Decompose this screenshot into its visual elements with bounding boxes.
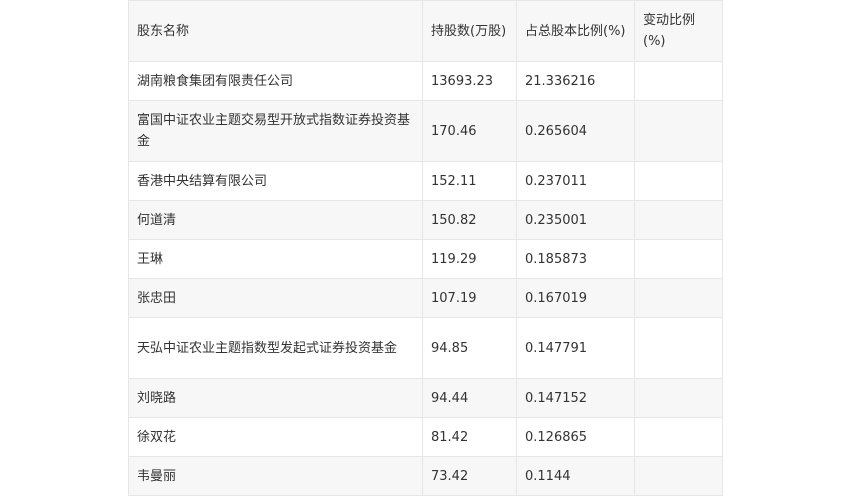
- table-row: 富国中证农业主题交易型开放式指数证券投资基金 170.46 0.265604: [128, 100, 723, 162]
- cell-shareholder-name: 韦曼丽: [128, 456, 423, 496]
- table-row: 王琳 119.29 0.185873: [128, 239, 723, 279]
- cell-share-ratio: 0.147791: [516, 317, 635, 379]
- cell-shareholder-name: 刘晓路: [128, 378, 423, 418]
- cell-share-ratio: 0.235001: [516, 200, 635, 240]
- cell-shares-held: 94.85: [422, 317, 517, 379]
- cell-share-ratio: 0.167019: [516, 278, 635, 318]
- cell-change-ratio: [634, 239, 723, 279]
- cell-change-ratio: [634, 456, 723, 496]
- cell-shares-held: 152.11: [422, 161, 517, 201]
- cell-shareholder-name: 湖南粮食集团有限责任公司: [128, 61, 423, 101]
- cell-shares-held: 13693.23: [422, 61, 517, 101]
- cell-shareholder-name: 王琳: [128, 239, 423, 279]
- shareholder-table: 股东名称 持股数(万股) 占总股本比例(%) 变动比例(%) 湖南粮食集团有限责…: [128, 0, 723, 496]
- cell-change-ratio: [634, 278, 723, 318]
- cell-shares-held: 170.46: [422, 100, 517, 162]
- cell-shareholder-name: 香港中央结算有限公司: [128, 161, 423, 201]
- cell-shares-held: 81.42: [422, 417, 517, 457]
- cell-change-ratio: [634, 61, 723, 101]
- cell-share-ratio: 0.1144: [516, 456, 635, 496]
- cell-shareholder-name: 徐双花: [128, 417, 423, 457]
- cell-share-ratio: 0.237011: [516, 161, 635, 201]
- table-row: 刘晓路 94.44 0.147152: [128, 378, 723, 418]
- table-row: 天弘中证农业主题指数型发起式证券投资基金 94.85 0.147791: [128, 317, 723, 379]
- table-header: 股东名称 持股数(万股) 占总股本比例(%) 变动比例(%): [128, 0, 723, 62]
- cell-share-ratio: 0.185873: [516, 239, 635, 279]
- cell-change-ratio: [634, 378, 723, 418]
- table-body: 湖南粮食集团有限责任公司 13693.23 21.336216 富国中证农业主题…: [128, 61, 723, 496]
- table-row: 香港中央结算有限公司 152.11 0.237011: [128, 161, 723, 201]
- cell-shareholder-name: 张忠田: [128, 278, 423, 318]
- cell-share-ratio: 0.126865: [516, 417, 635, 457]
- cell-share-ratio: 21.336216: [516, 61, 635, 101]
- cell-share-ratio: 0.147152: [516, 378, 635, 418]
- header-shares-held: 持股数(万股): [422, 0, 517, 62]
- header-change-ratio: 变动比例(%): [634, 0, 723, 62]
- cell-shares-held: 73.42: [422, 456, 517, 496]
- table-row: 湖南粮食集团有限责任公司 13693.23 21.336216: [128, 61, 723, 101]
- cell-shareholder-name: 何道清: [128, 200, 423, 240]
- cell-shares-held: 119.29: [422, 239, 517, 279]
- table-row: 徐双花 81.42 0.126865: [128, 417, 723, 457]
- table-row: 张忠田 107.19 0.167019: [128, 278, 723, 318]
- cell-shares-held: 107.19: [422, 278, 517, 318]
- cell-change-ratio: [634, 161, 723, 201]
- table-row: 韦曼丽 73.42 0.1144: [128, 456, 723, 496]
- cell-shares-held: 150.82: [422, 200, 517, 240]
- header-shareholder-name: 股东名称: [128, 0, 423, 62]
- cell-shares-held: 94.44: [422, 378, 517, 418]
- cell-change-ratio: [634, 100, 723, 162]
- header-share-ratio: 占总股本比例(%): [516, 0, 635, 62]
- cell-shareholder-name: 富国中证农业主题交易型开放式指数证券投资基金: [128, 100, 423, 162]
- cell-change-ratio: [634, 200, 723, 240]
- cell-change-ratio: [634, 317, 723, 379]
- table-row: 何道清 150.82 0.235001: [128, 200, 723, 240]
- cell-shareholder-name: 天弘中证农业主题指数型发起式证券投资基金: [128, 317, 423, 379]
- header-row: 股东名称 持股数(万股) 占总股本比例(%) 变动比例(%): [128, 0, 723, 62]
- cell-share-ratio: 0.265604: [516, 100, 635, 162]
- cell-change-ratio: [634, 417, 723, 457]
